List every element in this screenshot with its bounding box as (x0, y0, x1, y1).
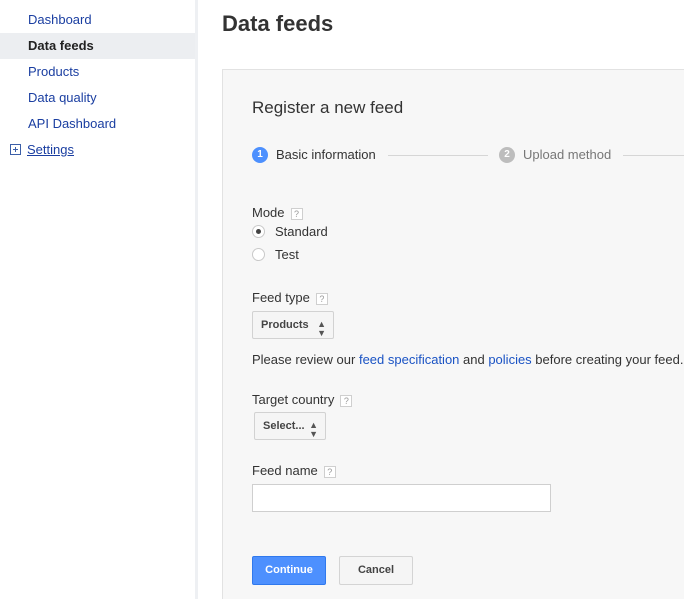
feed-name-label-text: Feed name (252, 463, 318, 478)
radio-test[interactable] (252, 248, 265, 261)
app-root: Dashboard Data feeds Products Data quali… (0, 0, 684, 599)
feed-name-input[interactable] (252, 484, 551, 512)
help-icon[interactable]: ? (315, 293, 328, 305)
target-country-select[interactable]: Select... ▲ ▼ (254, 412, 326, 440)
step-1-number-icon: 1 (252, 147, 268, 163)
page-title: Data feeds (222, 11, 334, 36)
feed-type-label-text: Feed type (252, 290, 310, 305)
sidebar: Dashboard Data feeds Products Data quali… (0, 0, 198, 599)
step-connector (388, 155, 488, 156)
target-country-label: Target country? (252, 392, 353, 408)
review-prefix: Please review our (252, 352, 359, 367)
sidebar-item-settings[interactable]: Settings (0, 137, 195, 163)
review-suffix: before creating your feed. (531, 352, 684, 367)
sidebar-item-settings-label[interactable]: Settings (27, 142, 74, 157)
up-down-arrows-icon: ▲ ▼ (317, 319, 326, 338)
step-connector-trailing (623, 155, 684, 156)
feed-type-value: Products (261, 319, 309, 331)
up-down-arrows-icon: ▲ ▼ (309, 420, 318, 439)
sidebar-item-api-dashboard[interactable]: API Dashboard (0, 111, 195, 137)
mode-label-text: Mode (252, 205, 285, 220)
radio-standard-label: Standard (275, 224, 328, 239)
policies-link[interactable]: policies (488, 352, 531, 367)
sidebar-item-data-quality[interactable]: Data quality (0, 85, 195, 111)
radio-standard[interactable] (252, 225, 265, 238)
mode-option-test[interactable]: Test (252, 247, 299, 263)
mode-label: Mode? (252, 205, 303, 221)
sidebar-item-dashboard[interactable]: Dashboard (0, 7, 195, 33)
mode-option-standard[interactable]: Standard (252, 224, 328, 240)
cancel-button[interactable]: Cancel (339, 556, 413, 585)
plus-box-icon[interactable] (10, 144, 21, 155)
radio-test-label: Test (275, 247, 299, 262)
review-notice: Please review our feed specification and… (252, 352, 683, 367)
register-feed-panel: Register a new feed 1 Basic information … (222, 69, 684, 599)
sidebar-item-products[interactable]: Products (0, 59, 195, 85)
help-icon[interactable]: ? (290, 208, 303, 220)
target-country-label-text: Target country (252, 392, 335, 407)
step-1-label: Basic information (276, 147, 376, 162)
step-2-number-icon: 2 (499, 147, 515, 163)
sidebar-item-data-feeds[interactable]: Data feeds (0, 33, 195, 59)
panel-title: Register a new feed (252, 98, 404, 117)
review-middle: and (459, 352, 489, 367)
continue-button[interactable]: Continue (252, 556, 326, 585)
target-country-value: Select... (263, 420, 305, 432)
feed-name-label: Feed name? (252, 463, 336, 479)
feed-type-select[interactable]: Products ▲ ▼ (252, 311, 334, 339)
step-2-label: Upload method (523, 147, 612, 162)
feed-specification-link[interactable]: feed specification (359, 352, 459, 367)
feed-type-label: Feed type? (252, 290, 328, 306)
help-icon[interactable]: ? (323, 466, 336, 478)
help-icon[interactable]: ? (340, 395, 353, 407)
